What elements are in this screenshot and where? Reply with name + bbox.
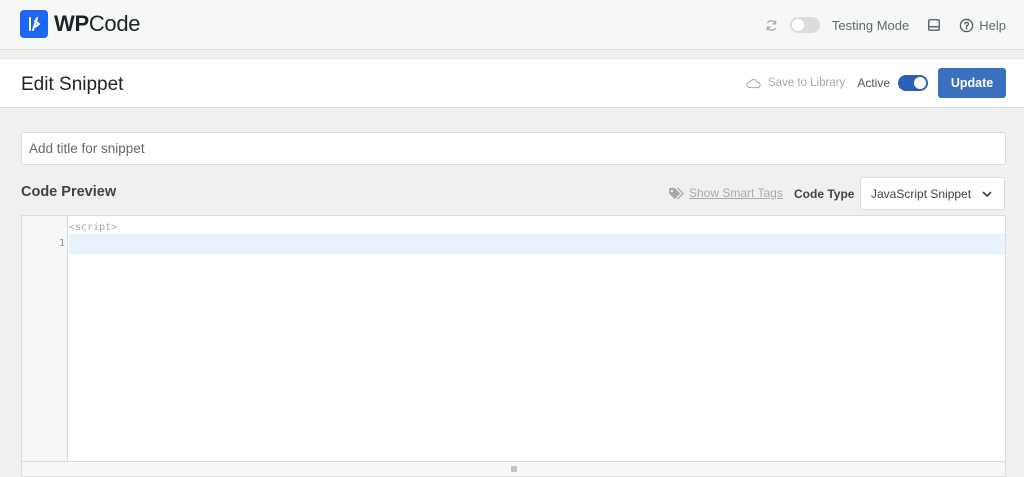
cloud-icon xyxy=(746,78,761,89)
code-type-value: JavaScript Snippet xyxy=(871,186,972,201)
code-preview-label: Code Preview xyxy=(21,184,117,200)
grip-icon xyxy=(510,466,517,472)
snippet-title-input[interactable] xyxy=(21,132,1006,165)
editor-gutter: 1 xyxy=(22,216,68,463)
refresh-icon[interactable] xyxy=(765,19,778,32)
top-bar: WPCode Testing Mode Help xyxy=(0,0,1024,50)
chevron-down-icon xyxy=(981,187,993,205)
page-title: Edit Snippet xyxy=(21,74,124,95)
update-button[interactable]: Update xyxy=(938,68,1006,98)
active-toggle[interactable] xyxy=(898,75,928,91)
help-link[interactable]: Help xyxy=(979,18,1006,33)
wpcode-logo-icon xyxy=(20,10,48,38)
save-to-library-button[interactable]: Save to Library xyxy=(768,77,845,89)
editor-resize-handle[interactable] xyxy=(22,461,1005,476)
snippet-header: Edit Snippet Save to Library Active Upda… xyxy=(0,58,1024,108)
logo-text: WPCode xyxy=(54,11,141,36)
tags-icon xyxy=(668,186,685,200)
testing-mode-toggle[interactable] xyxy=(789,17,820,33)
code-editor[interactable]: 1 <script> xyxy=(21,215,1006,477)
code-type-select[interactable]: JavaScript Snippet xyxy=(860,177,1005,210)
show-smart-tags-link[interactable]: Show Smart Tags xyxy=(689,186,783,200)
line-number: 1 xyxy=(58,238,65,249)
code-pre-text: <script> xyxy=(69,222,118,233)
active-label: Active xyxy=(857,76,890,90)
wpcode-logo[interactable]: WPCode xyxy=(20,10,141,38)
help-icon[interactable] xyxy=(959,18,974,33)
docs-icon[interactable] xyxy=(927,18,941,32)
active-code-line[interactable] xyxy=(69,234,1005,254)
testing-mode-label: Testing Mode xyxy=(831,17,910,33)
smart-tags-toggle[interactable]: Show Smart Tags xyxy=(668,186,783,200)
code-type-label: Code Type xyxy=(794,187,855,201)
